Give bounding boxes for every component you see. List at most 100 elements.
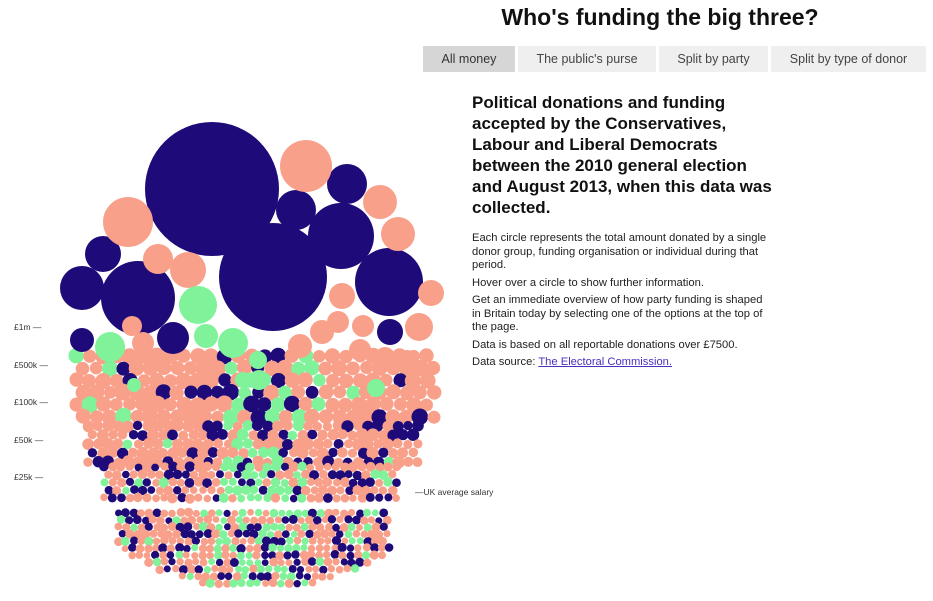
donor-circle-salmon[interactable] — [381, 217, 415, 251]
donor-circle-green[interactable] — [120, 536, 130, 546]
donor-circle-green[interactable] — [284, 544, 293, 553]
donor-circle-navy[interactable] — [224, 572, 233, 581]
donor-circle-salmon[interactable] — [137, 469, 148, 480]
donor-circle-salmon[interactable] — [327, 565, 335, 573]
donor-circle-salmon[interactable] — [308, 537, 317, 545]
donor-circle-navy[interactable] — [158, 543, 168, 553]
donor-circle-green[interactable] — [301, 579, 309, 587]
donor-circle-salmon[interactable] — [133, 492, 143, 503]
donor-circle-navy[interactable] — [147, 486, 156, 494]
donor-circle-navy[interactable] — [163, 565, 171, 573]
donor-circle-salmon[interactable] — [378, 486, 388, 495]
donor-circle-navy[interactable] — [305, 385, 319, 399]
donor-circle-salmon[interactable] — [357, 493, 368, 503]
donor-circle-salmon[interactable] — [270, 493, 281, 503]
donor-circle-salmon[interactable] — [184, 537, 193, 546]
donor-circle-salmon[interactable] — [385, 384, 401, 400]
donor-circle-salmon[interactable] — [189, 486, 198, 495]
donor-circle-green[interactable] — [348, 537, 356, 545]
donor-circle-salmon[interactable] — [247, 508, 255, 516]
donor-circle-green[interactable] — [270, 477, 281, 488]
donor-circle-salmon[interactable] — [221, 551, 230, 559]
donor-circle-navy[interactable] — [293, 558, 301, 566]
donor-circle-green[interactable] — [367, 379, 385, 397]
donor-circle-salmon[interactable] — [383, 462, 393, 472]
donor-circle-navy[interactable] — [248, 572, 257, 581]
donor-circle-salmon[interactable] — [332, 494, 341, 503]
donor-circle-salmon[interactable] — [306, 493, 316, 503]
donor-circle-navy[interactable] — [166, 551, 175, 559]
donor-circle-navy[interactable] — [289, 494, 298, 503]
donor-circle-green[interactable] — [218, 493, 229, 503]
donor-circle-salmon[interactable] — [357, 461, 367, 472]
donor-circle-salmon[interactable] — [393, 397, 408, 411]
donor-circle-salmon[interactable] — [129, 470, 138, 479]
donor-circle-salmon[interactable] — [200, 537, 209, 546]
donor-circle-green[interactable] — [258, 470, 268, 479]
donor-circle-navy[interactable] — [295, 571, 304, 580]
donor-circle-green[interactable] — [191, 544, 199, 552]
donor-circle-green[interactable] — [220, 517, 228, 524]
donor-circle-salmon[interactable] — [149, 529, 158, 538]
donor-circle-salmon[interactable] — [375, 347, 395, 367]
donor-circle-green[interactable] — [152, 557, 162, 567]
donor-circle-navy[interactable] — [267, 470, 276, 479]
donor-circle-navy[interactable] — [344, 470, 353, 479]
donor-circle-salmon[interactable] — [226, 566, 234, 574]
donor-circle-salmon[interactable] — [405, 313, 433, 341]
donor-circle-salmon[interactable] — [206, 544, 214, 553]
donor-circle-navy[interactable] — [173, 486, 182, 495]
donor-circle-salmon[interactable] — [104, 470, 113, 479]
donor-circle-green[interactable] — [253, 579, 261, 587]
donor-circle-navy[interactable] — [384, 493, 393, 502]
donor-circle-salmon[interactable] — [163, 397, 177, 412]
donor-circle-navy[interactable] — [194, 565, 203, 574]
donor-circle-salmon[interactable] — [362, 543, 371, 552]
donor-circle-salmon[interactable] — [247, 536, 256, 545]
donor-circle-salmon[interactable] — [116, 462, 125, 472]
donor-circle-navy[interactable] — [406, 428, 420, 441]
donor-circle-green[interactable] — [194, 324, 218, 348]
donor-circle-salmon[interactable] — [198, 578, 207, 587]
donor-circle-salmon[interactable] — [87, 429, 98, 440]
donor-circle-salmon[interactable] — [282, 420, 293, 431]
donor-circle-green[interactable] — [215, 509, 223, 517]
donor-circle-salmon[interactable] — [349, 494, 357, 502]
donor-circle-navy[interactable] — [258, 485, 268, 495]
donor-circle-salmon[interactable] — [252, 551, 261, 560]
donor-circle-salmon[interactable] — [199, 558, 208, 567]
donor-circle-salmon[interactable] — [336, 486, 345, 495]
donor-circle-navy[interactable] — [365, 477, 375, 488]
donor-circle-salmon[interactable] — [228, 494, 237, 503]
donor-circle-navy[interactable] — [307, 429, 318, 440]
donor-circle-salmon[interactable] — [152, 537, 161, 545]
data-source-link[interactable]: The Electoral Commission. — [538, 356, 672, 368]
donor-circle-navy[interactable] — [319, 565, 328, 574]
donor-circle-salmon[interactable] — [262, 478, 272, 487]
donor-circle-salmon[interactable] — [199, 486, 207, 494]
donor-circle-navy[interactable] — [151, 463, 160, 472]
donor-circle-green[interactable] — [254, 493, 263, 502]
donor-circle-salmon[interactable] — [322, 421, 332, 432]
donor-circle-navy[interactable] — [283, 551, 292, 560]
donor-circle-salmon[interactable] — [408, 447, 419, 458]
donor-circle-green[interactable] — [162, 438, 173, 449]
donor-circle-salmon[interactable] — [392, 462, 402, 472]
donor-circle-navy[interactable] — [346, 544, 355, 552]
donor-circle-salmon[interactable] — [356, 524, 363, 531]
donor-circle-salmon[interactable] — [176, 478, 185, 487]
tab-public-purse[interactable]: The public's purse — [518, 46, 656, 72]
donor-circle-navy[interactable] — [215, 558, 224, 567]
donor-circle-navy[interactable] — [379, 522, 388, 531]
donor-circle-green[interactable] — [228, 477, 237, 486]
donor-circle-salmon[interactable] — [360, 530, 368, 538]
donor-circle-salmon[interactable] — [268, 578, 278, 587]
donor-circle-salmon[interactable] — [344, 439, 354, 449]
donor-circle-salmon[interactable] — [338, 551, 347, 560]
donor-circle-green[interactable] — [292, 419, 305, 432]
donor-circle-navy[interactable] — [281, 516, 290, 524]
donor-circle-salmon[interactable] — [354, 544, 362, 552]
donor-circle-green[interactable] — [219, 477, 229, 486]
donor-circle-salmon[interactable] — [427, 385, 442, 400]
donor-circle-salmon[interactable] — [198, 544, 208, 553]
